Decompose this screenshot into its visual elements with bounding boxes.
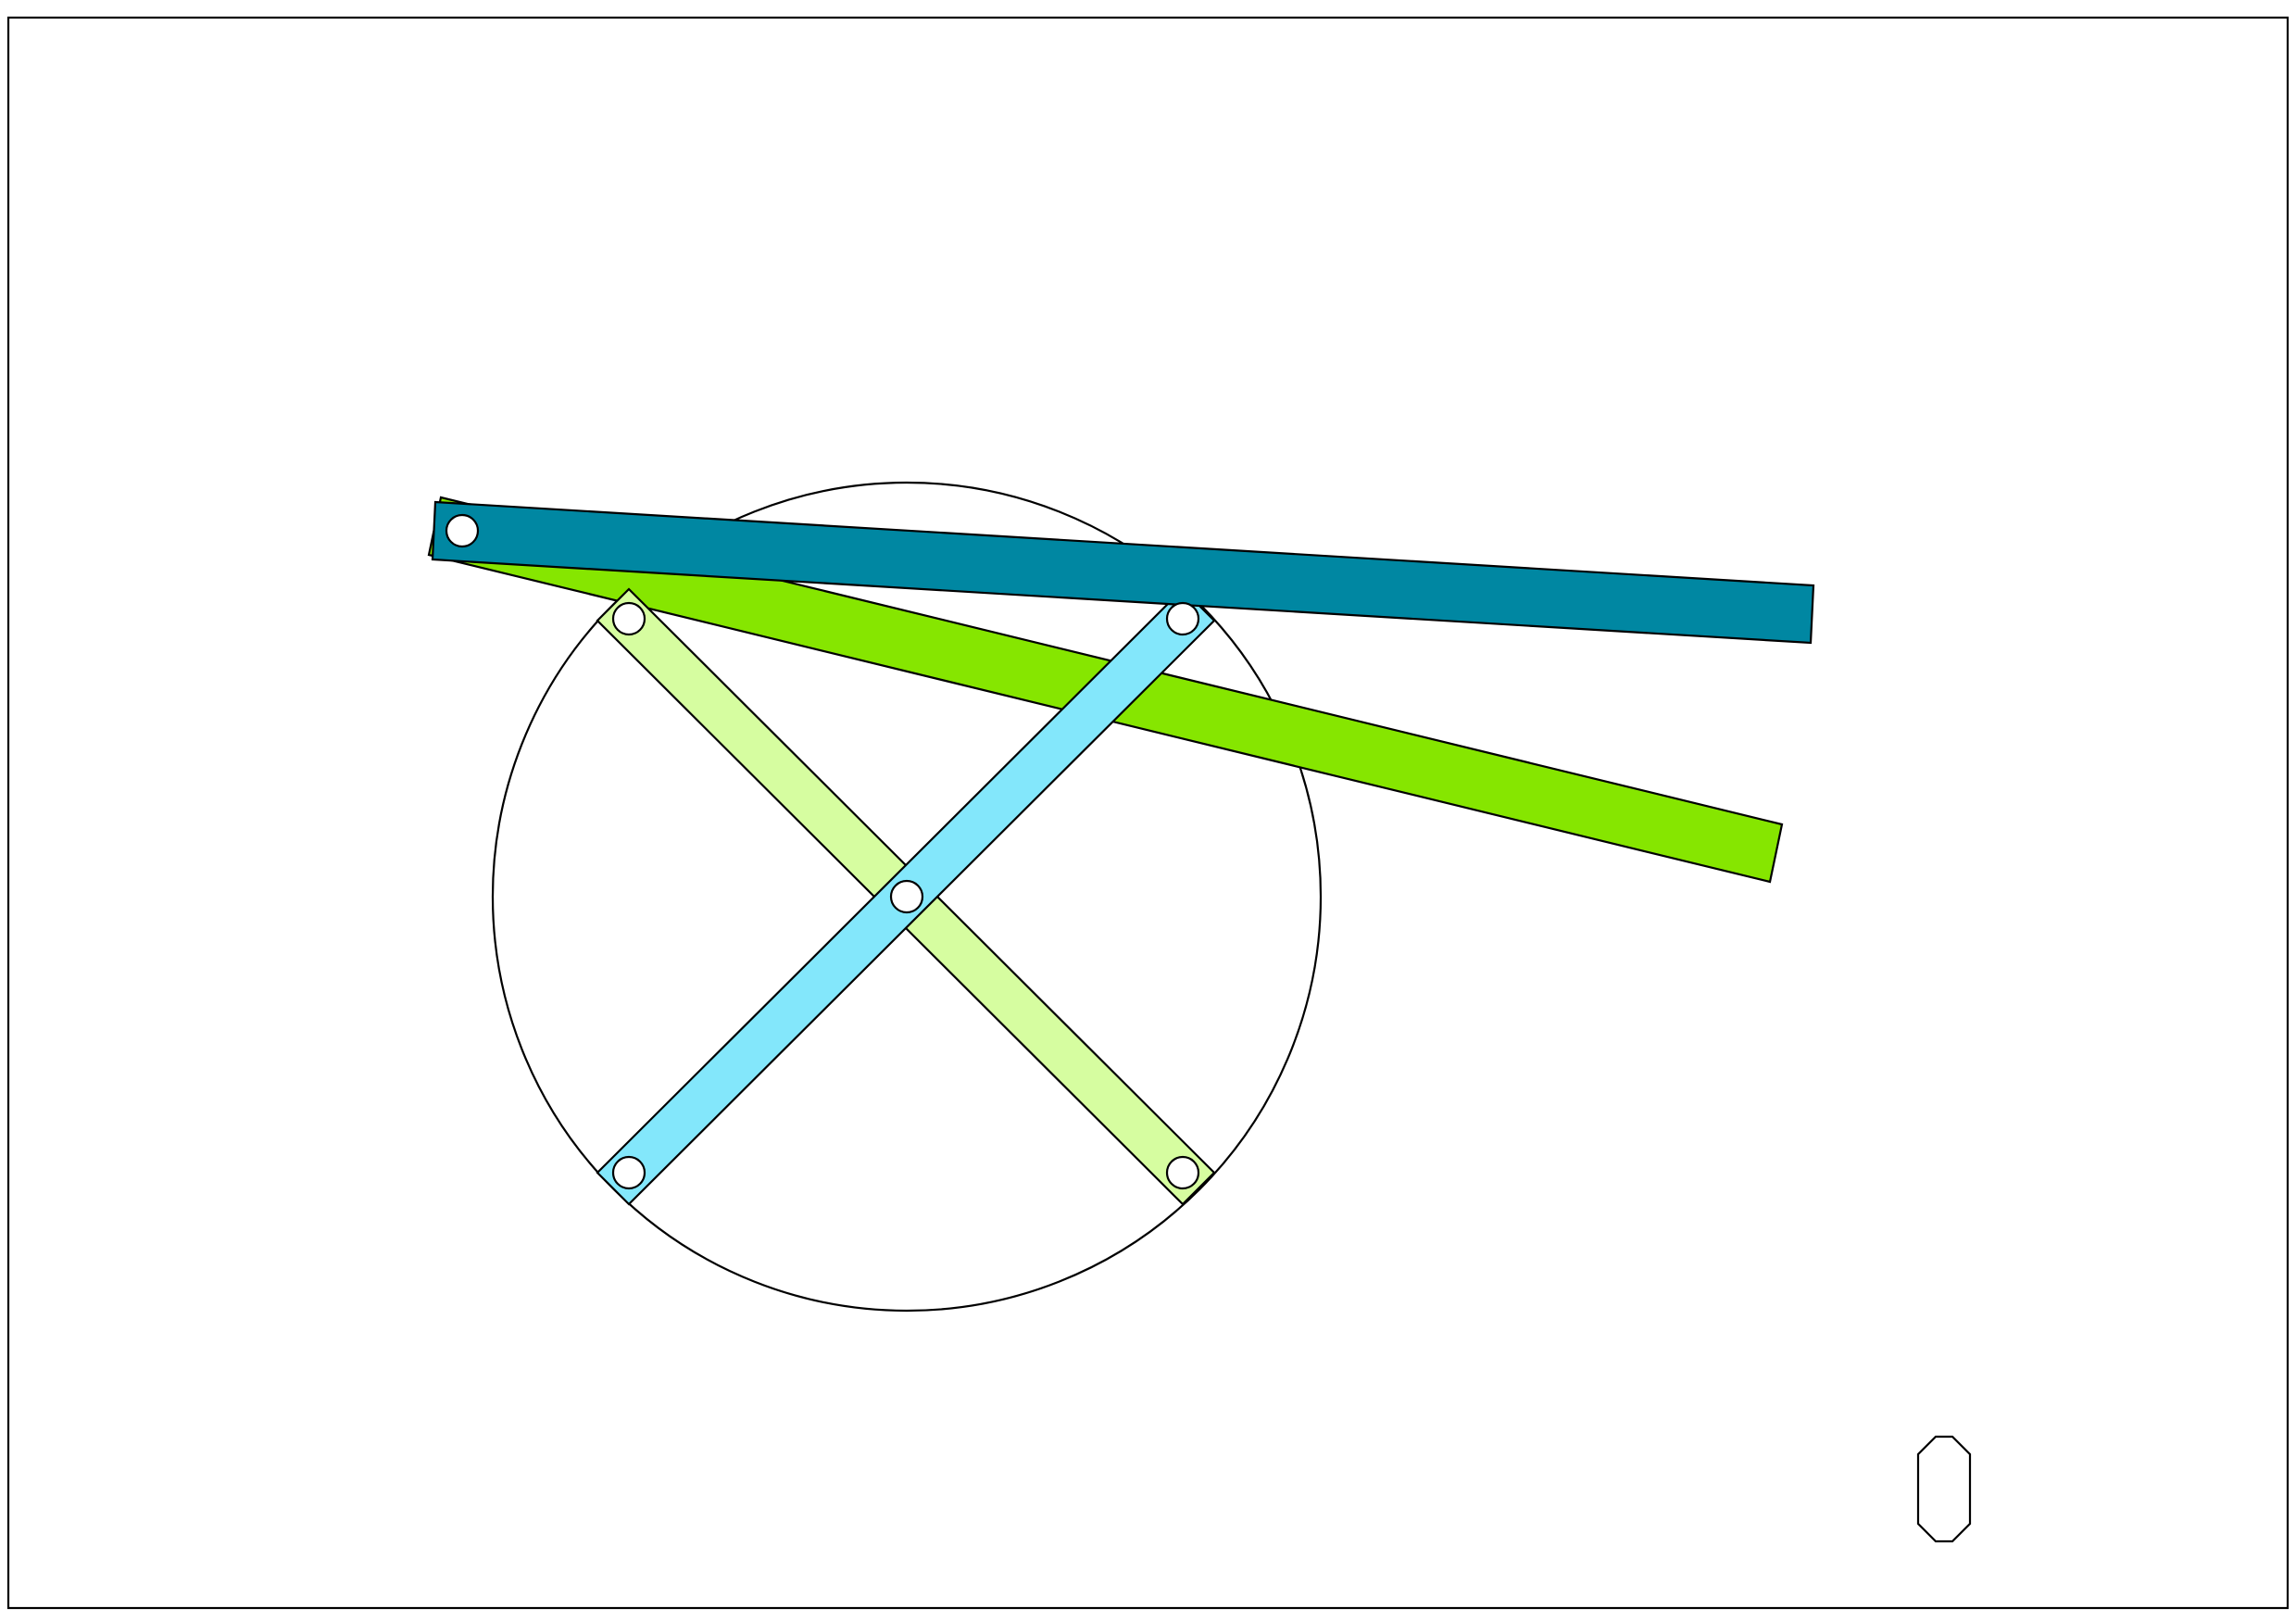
pin-joint (445, 513, 480, 548)
pin-joint (1165, 601, 1200, 636)
linkage-diagram (6, 16, 2290, 1610)
pin-joint (611, 1155, 646, 1190)
frame-border (6, 16, 2290, 1610)
diagram-canvas (0, 0, 2296, 1621)
slider-block (1916, 1435, 1972, 1543)
pin-joint (1165, 1155, 1200, 1190)
pin-joint (889, 879, 924, 914)
pin-joint (611, 601, 646, 636)
